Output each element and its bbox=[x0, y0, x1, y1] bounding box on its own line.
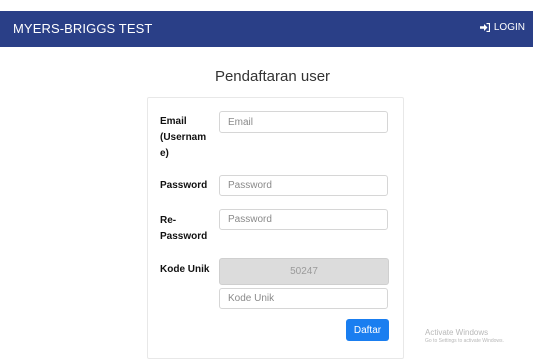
password-label: Password bbox=[160, 180, 208, 191]
sign-in-icon bbox=[479, 23, 490, 32]
password-field[interactable] bbox=[219, 175, 388, 196]
repassword-label-line-1: Re- bbox=[160, 215, 177, 226]
login-label: LOGIN bbox=[493, 22, 525, 33]
email-label-line-1: Email bbox=[160, 116, 187, 127]
repassword-label-line-2: Password bbox=[160, 231, 208, 242]
windows-activation-watermark: Activate Windows Go to Settings to activ… bbox=[425, 328, 504, 345]
repassword-label: Re- Password bbox=[160, 213, 207, 245]
login-link[interactable]: LOGIN bbox=[479, 22, 525, 33]
unique-code-display: 50247 bbox=[219, 258, 389, 285]
email-label: Email (Usernam e) bbox=[160, 114, 206, 162]
email-label-line-3: e) bbox=[160, 148, 169, 159]
repassword-field[interactable] bbox=[219, 209, 388, 230]
email-label-line-2: (Usernam bbox=[160, 132, 207, 143]
page-title: Pendaftaran user bbox=[214, 68, 331, 85]
watermark-subtitle: Go to Settings to activate Windows. bbox=[425, 338, 504, 344]
email-field[interactable] bbox=[219, 111, 388, 133]
register-button[interactable]: Daftar bbox=[346, 319, 389, 341]
watermark-title: Activate Windows bbox=[425, 328, 489, 337]
code-label: Kode Unik bbox=[160, 264, 210, 275]
top-navbar: MYERS-BRIGGS TEST LOGIN bbox=[0, 11, 533, 47]
brand-title[interactable]: MYERS-BRIGGS TEST bbox=[13, 21, 152, 36]
unique-code-field[interactable] bbox=[219, 288, 388, 309]
